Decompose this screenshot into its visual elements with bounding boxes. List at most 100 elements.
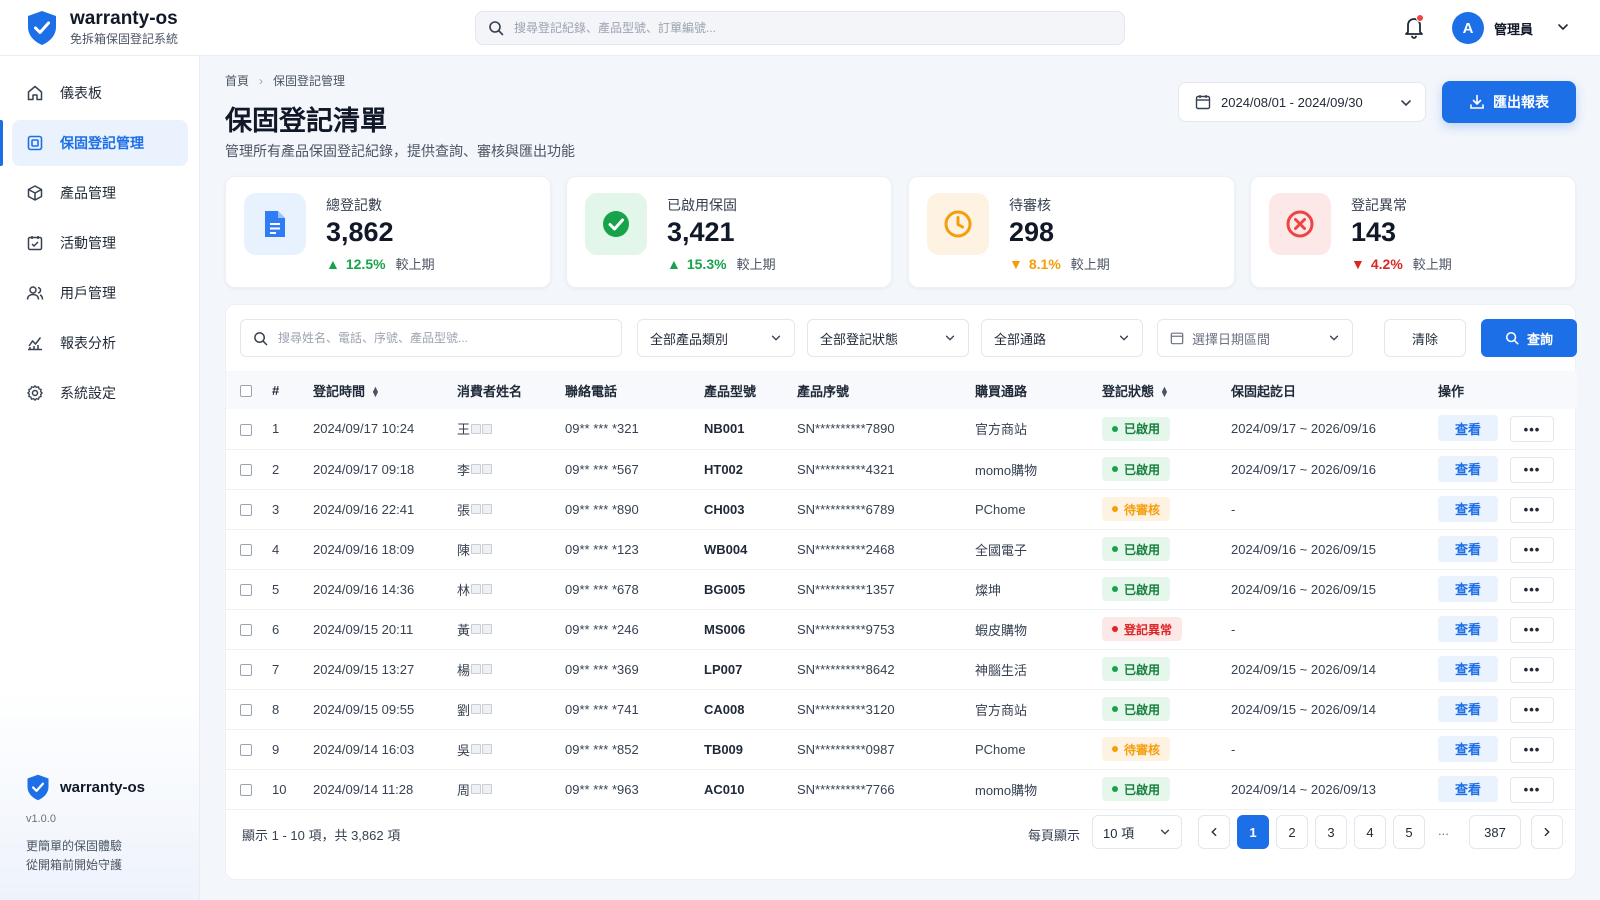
consumer-surname: 王 (457, 422, 471, 438)
calendar-check-icon (27, 236, 43, 251)
view-button[interactable]: 查看 (1438, 775, 1498, 802)
status-dot (1112, 546, 1118, 552)
table-row[interactable]: 1 2024/09/17 10:24 王 09** *** *321 NB001 SN**… (226, 409, 1577, 449)
status-label: 待審核 (1124, 742, 1161, 757)
more-actions-button[interactable]: ••• (1510, 496, 1554, 523)
contact-phone: 09** *** *123 (565, 541, 639, 557)
row-checkbox[interactable] (240, 504, 252, 517)
status-select[interactable]: 全部登記狀態 (807, 319, 969, 357)
sort-icon[interactable]: ▲ ▼ (371, 385, 380, 399)
more-actions-button[interactable]: ••• (1510, 776, 1554, 803)
table-row[interactable]: 5 2024/09/16 14:36 林 09** *** *678 BG005 SN**… (226, 569, 1577, 609)
consumer-surname: 楊 (457, 662, 471, 678)
view-button[interactable]: 查看 (1438, 535, 1498, 562)
stat-value: 3,421 (667, 217, 735, 247)
sidebar-item-products[interactable]: 產品管理 (12, 170, 188, 216)
page-button-2[interactable]: 2 (1276, 815, 1308, 849)
prev-page-button[interactable] (1198, 815, 1230, 849)
table-row[interactable]: 6 2024/09/15 20:11 黃 09** *** *246 MS006 SN**… (226, 609, 1577, 649)
clear-filters-button[interactable]: 清除 (1384, 319, 1466, 357)
sidebar-item-users[interactable]: 用戶管理 (12, 270, 188, 316)
avatar[interactable]: A (1452, 12, 1484, 44)
stat-delta: ▼ 8.1% 較上期 (1009, 254, 1110, 273)
stat-card-activated[interactable]: 已啟用保固 3,421 ▲ 15.3% 較上期 (566, 176, 892, 288)
table-row[interactable]: 4 2024/09/16 18:09 陳 09** *** *123 WB004 SN**… (226, 529, 1577, 569)
breadcrumb-home[interactable]: 首頁 (225, 72, 249, 89)
view-button[interactable]: 查看 (1438, 655, 1498, 682)
arrow-up-icon: ▲ (326, 255, 340, 272)
query-button[interactable]: 查詢 (1481, 319, 1577, 357)
sort-icon[interactable]: ▲ ▼ (1160, 385, 1169, 399)
more-actions-button[interactable]: ••• (1510, 576, 1554, 603)
row-number: 1 (272, 421, 280, 437)
row-checkbox[interactable] (240, 544, 252, 557)
sidebar-item-settings[interactable]: 系統設定 (12, 370, 188, 416)
more-actions-button[interactable]: ••• (1510, 456, 1554, 483)
view-button[interactable]: 查看 (1438, 415, 1498, 442)
stat-card-total[interactable]: 總登記數 3,862 ▲ 12.5% 較上期 (225, 176, 551, 288)
page-button-4[interactable]: 4 (1354, 815, 1386, 849)
category-select[interactable]: 全部產品類別 (637, 319, 795, 357)
table-row[interactable]: 7 2024/09/15 13:27 楊 09** *** *369 LP007 SN**… (226, 649, 1577, 689)
sidebar-item-warranty-registration[interactable]: 保固登記管理 (0, 120, 188, 166)
row-checkbox[interactable] (240, 784, 252, 797)
view-button[interactable]: 查看 (1438, 695, 1498, 722)
table-row[interactable]: 9 2024/09/14 16:03 吳 09** *** *852 TB009 SN**… (226, 729, 1577, 769)
select-all-checkbox[interactable] (240, 385, 252, 398)
global-search[interactable] (475, 11, 1125, 45)
stat-card-pending[interactable]: 待審核 298 ▼ 8.1% 較上期 (908, 176, 1235, 288)
row-checkbox[interactable] (240, 464, 252, 477)
page-button-3[interactable]: 3 (1315, 815, 1347, 849)
channel-select[interactable]: 全部通路 (981, 319, 1143, 357)
table-row[interactable]: 8 2024/09/15 09:55 劉 09** *** *741 CA008 SN**… (226, 689, 1577, 729)
stat-label: 已啟用保固 (667, 197, 737, 213)
global-search-input[interactable] (514, 21, 1094, 35)
table-row[interactable]: 2 2024/09/17 09:18 李 09** *** *567 HT002 SN**… (226, 449, 1577, 489)
view-button[interactable]: 查看 (1438, 455, 1498, 482)
chevron-down-icon[interactable] (1556, 20, 1570, 34)
arrow-down-icon: ▼ (1009, 255, 1023, 272)
view-button[interactable]: 查看 (1438, 575, 1498, 602)
sidebar-item-reports[interactable]: 報表分析 (12, 320, 188, 366)
more-actions-button[interactable]: ••• (1510, 736, 1554, 763)
row-checkbox[interactable] (240, 624, 252, 637)
row-number: 9 (272, 741, 280, 757)
consumer-name: 黃 (457, 620, 493, 639)
sidebar-item-dashboard[interactable]: 儀表板 (12, 70, 188, 116)
table-search[interactable] (240, 319, 622, 357)
next-page-button[interactable] (1531, 815, 1563, 849)
column-header-sortable[interactable]: 登記狀態 ▲ ▼ (1102, 371, 1231, 409)
brand[interactable]: warranty-os 免拆箱保固登記系統 (26, 9, 178, 47)
table-row[interactable]: 10 2024/09/14 11:28 周 09** *** *963 AC010 SN*… (226, 769, 1577, 809)
page-button-last[interactable]: 387 (1469, 815, 1521, 849)
per-page-select[interactable]: 10 項 (1092, 815, 1182, 849)
date-filter-select[interactable]: 選擇日期區間 (1157, 319, 1353, 357)
more-actions-button[interactable]: ••• (1510, 616, 1554, 643)
registration-time: 2024/09/16 14:36 (313, 581, 415, 597)
date-range-picker[interactable]: 2024/08/01 - 2024/09/30 (1178, 82, 1426, 122)
export-report-button[interactable]: 匯出報表 (1442, 81, 1576, 123)
stat-card-abnormal[interactable]: 登記異常 143 ▼ 4.2% 較上期 (1250, 176, 1576, 288)
more-actions-button[interactable]: ••• (1510, 536, 1554, 563)
page-button-1[interactable]: 1 (1237, 815, 1269, 849)
table-row[interactable]: 3 2024/09/16 22:41 張 09** *** *890 CH003 SN**… (226, 489, 1577, 529)
row-checkbox[interactable] (240, 704, 252, 717)
view-button[interactable]: 查看 (1438, 615, 1498, 642)
page-button-5[interactable]: 5 (1393, 815, 1425, 849)
more-actions-button[interactable]: ••• (1510, 656, 1554, 683)
view-button[interactable]: 查看 (1438, 495, 1498, 522)
product-model: BG005 (704, 581, 746, 597)
row-checkbox[interactable] (240, 664, 252, 677)
table-search-input[interactable] (278, 331, 608, 345)
view-button[interactable]: 查看 (1438, 735, 1498, 762)
sidebar-item-campaigns[interactable]: 活動管理 (12, 220, 188, 266)
error-circle-icon (1269, 193, 1331, 255)
more-actions-button[interactable]: ••• (1510, 696, 1554, 723)
row-checkbox[interactable] (240, 423, 252, 436)
row-checkbox[interactable] (240, 584, 252, 597)
user-name[interactable]: 管理員 (1494, 19, 1533, 38)
more-actions-button[interactable]: ••• (1510, 416, 1554, 443)
purchase-channel: 官方商站 (975, 702, 1028, 718)
column-header-sortable[interactable]: 登記時間 ▲ ▼ (313, 371, 457, 409)
row-checkbox[interactable] (240, 744, 252, 757)
